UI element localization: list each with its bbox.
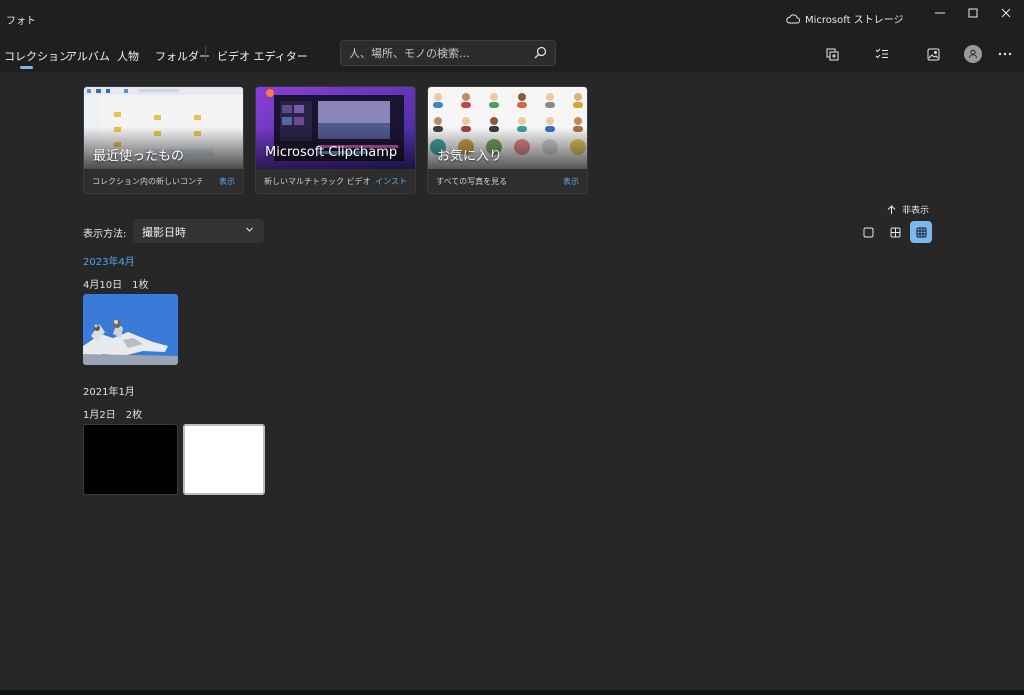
search-icon[interactable] xyxy=(534,46,547,59)
app-title: フォト xyxy=(6,16,36,27)
month-header[interactable]: 2023年4月 xyxy=(83,253,135,268)
minimize-button[interactable] xyxy=(924,4,956,22)
nav-divider xyxy=(205,46,206,62)
close-button[interactable] xyxy=(990,4,1022,22)
clipchamp-card-subtitle: 新しいマルチトラック ビデオ エ... xyxy=(264,177,374,186)
clipchamp-card[interactable]: Microsoft Clipchamp 新しいマルチトラック ビデオ エ... … xyxy=(255,86,416,194)
active-tab-indicator xyxy=(20,66,33,69)
single-square-icon xyxy=(863,227,873,237)
hide-button[interactable]: 非表示 xyxy=(887,203,929,216)
sort-dropdown[interactable]: 撮影日時 xyxy=(133,219,264,243)
recent-card[interactable]: 最近使ったもの コレクション内の新しいコンテ... 表示 xyxy=(83,86,244,194)
cloud-icon xyxy=(786,13,800,23)
photo-thumbnail[interactable] xyxy=(183,424,265,495)
chevron-down-icon xyxy=(246,227,253,232)
close-icon xyxy=(1001,8,1011,18)
grid-2x2-icon xyxy=(890,227,900,237)
day-date: 1月2日 xyxy=(83,410,116,421)
favorites-card[interactable]: お気に入り すべての写真を見る 表示 xyxy=(427,86,588,194)
title-bar: フォト Microsoft ストレージ xyxy=(0,0,1024,36)
person-icon xyxy=(969,49,977,59)
tab-video-editor[interactable]: ビデオ エディター xyxy=(217,48,308,64)
grid-3x3-icon xyxy=(916,227,926,237)
sort-value: 撮影日時 xyxy=(142,226,186,239)
favorites-card-link[interactable]: 表示 xyxy=(563,176,579,187)
photo-people-icon xyxy=(927,48,939,60)
more-icon xyxy=(998,52,1012,56)
recent-card-title: 最近使ったもの xyxy=(93,149,185,164)
view-small-button[interactable] xyxy=(910,221,932,243)
day-count: 1枚 xyxy=(132,280,149,291)
day-date: 4月10日 xyxy=(83,280,123,291)
view-medium-button[interactable] xyxy=(884,221,906,243)
favorites-card-title: お気に入り xyxy=(437,149,503,164)
view-large-button[interactable] xyxy=(857,221,879,243)
import-button[interactable] xyxy=(820,42,844,66)
search-input[interactable] xyxy=(349,45,524,61)
microsoft-storage-button[interactable]: Microsoft ストレージ xyxy=(786,11,904,26)
photo-birds-image xyxy=(83,294,178,365)
photo-thumbnail[interactable] xyxy=(83,424,178,495)
clipchamp-install-link[interactable]: インスト xyxy=(375,176,407,187)
maximize-button[interactable] xyxy=(957,4,989,22)
account-avatar[interactable] xyxy=(964,45,982,63)
import-icon xyxy=(826,48,838,60)
favorites-card-subtitle: すべての写真を見る xyxy=(436,177,508,186)
storage-label: Microsoft ストレージ xyxy=(805,15,904,26)
hide-label: 非表示 xyxy=(902,206,930,216)
minimize-icon xyxy=(935,12,945,14)
day-header: 4月10日 1枚 xyxy=(83,276,148,291)
day-header: 1月2日 2枚 xyxy=(83,406,142,421)
tab-folder[interactable]: フォルダー xyxy=(155,48,210,64)
tab-collection[interactable]: コレクション xyxy=(4,48,70,64)
month-header[interactable]: 2021年1月 xyxy=(83,383,135,398)
day-count: 2枚 xyxy=(125,410,143,421)
taskbar-strip xyxy=(0,690,1024,695)
slideshow-button[interactable] xyxy=(921,42,945,66)
clipchamp-card-title: Microsoft Clipchamp xyxy=(265,145,398,160)
sort-label: 表示方法: xyxy=(83,229,127,240)
arrow-up-icon xyxy=(887,204,896,214)
checklist-icon xyxy=(875,48,888,59)
photo-thumbnail[interactable] xyxy=(83,294,178,365)
tab-people[interactable]: 人物 xyxy=(117,48,139,64)
maximize-icon xyxy=(968,8,978,18)
tab-album[interactable]: アルバム xyxy=(66,48,110,64)
more-options-button[interactable] xyxy=(993,42,1017,66)
recent-card-subtitle: コレクション内の新しいコンテ... xyxy=(92,177,202,186)
select-button[interactable] xyxy=(870,42,894,66)
recent-card-link[interactable]: 表示 xyxy=(219,176,235,187)
search-box[interactable] xyxy=(340,40,556,66)
